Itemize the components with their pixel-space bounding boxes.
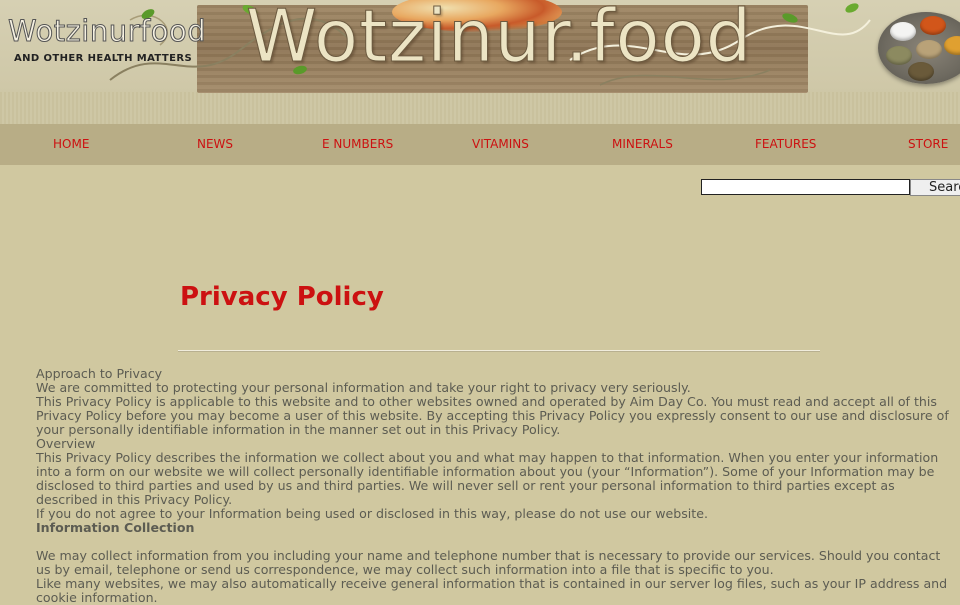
site-logo-large: Wotzinur.food [245,0,753,79]
nav-item-home[interactable]: HOME [53,137,89,151]
content-line: We are committed to protecting your pers… [36,380,691,395]
content-line: Approach to Privacy [36,366,163,381]
banner-stripes [0,92,960,124]
content-line: This Privacy Policy is applicable to thi… [36,394,937,409]
content-line: Like many websites, we may also automati… [36,576,948,591]
nav-item-news[interactable]: NEWS [197,137,233,151]
content-line: into a form on our website we will colle… [36,464,935,479]
site-tagline: AND OTHER HEALTH MATTERS [14,53,193,64]
content-line: disclosed to third parties and used by u… [36,478,895,493]
section-heading: Information Collection [36,520,195,535]
spice-tray-image [878,12,960,84]
content-line: your personally identifiable information… [36,422,561,437]
content-line: We may collect information from you incl… [36,548,941,563]
content-line: cookie information. [36,590,158,605]
content-line: described in this Privacy Policy. [36,492,233,507]
content-line: us by email, telephone or send us corres… [36,562,774,577]
content-line: Overview [36,436,96,451]
title-divider [178,350,820,352]
main-navigation: HOME NEWS E NUMBERS VITAMINS MINERALS FE… [0,124,960,165]
content-line: This Privacy Policy describes the inform… [36,450,939,465]
site-logo[interactable]: Wotzinurfood [7,14,206,49]
page-title: Privacy Policy [180,282,384,312]
nav-item-e-numbers[interactable]: E NUMBERS [322,137,393,151]
site-banner: Wotzinur.food Wotzinurfood AND OTHER HEA… [0,0,960,124]
search-button[interactable]: Search [910,179,960,196]
nav-item-store[interactable]: STORE [908,137,948,151]
nav-item-minerals[interactable]: MINERALS [612,137,673,151]
content-line: If you do not agree to your Information … [36,506,708,521]
privacy-policy-content: Approach to Privacy We are committed to … [36,367,960,605]
nav-item-features[interactable]: FEATURES [755,137,816,151]
content-line: Privacy Policy before you may become a u… [36,408,949,423]
nav-item-vitamins[interactable]: VITAMINS [472,137,529,151]
search-input[interactable] [701,179,910,195]
